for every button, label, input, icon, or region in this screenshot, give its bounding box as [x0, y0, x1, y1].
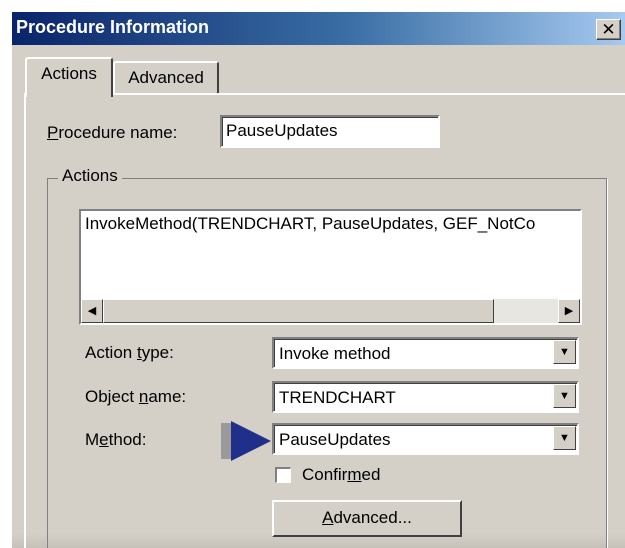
- action-type-dropdown[interactable]: Invoke method ▼: [272, 337, 579, 369]
- close-icon: ✕: [601, 20, 616, 39]
- object-name-dropdown[interactable]: TRENDCHART ▼: [272, 381, 579, 413]
- confirmed-label[interactable]: Confirmed: [302, 465, 380, 485]
- actions-list[interactable]: InvokeMethod(TRENDCHART, PauseUpdates, G…: [79, 209, 582, 325]
- tab-advanced-label: Advanced: [128, 68, 204, 87]
- action-type-label: Action type:: [85, 343, 174, 362]
- object-name-value: TRENDCHART: [279, 388, 396, 407]
- procedure-information-dialog: Procedure Information ✕ Actions Advanced…: [12, 12, 625, 548]
- chevron-down-icon: ▼: [559, 432, 570, 444]
- tab-panel-actions: Procedure name: PauseUpdates Actions Inv…: [24, 93, 625, 548]
- chevron-down-icon: ▼: [559, 390, 570, 402]
- scroll-right-button[interactable]: ▶: [558, 299, 580, 323]
- chevron-down-icon: ▼: [559, 346, 570, 358]
- action-type-value: Invoke method: [279, 344, 391, 363]
- confirmed-checkbox[interactable]: [275, 467, 291, 483]
- tab-actions[interactable]: Actions: [25, 57, 113, 97]
- scroll-right-icon: ▶: [564, 305, 574, 317]
- window-title: Procedure Information: [16, 17, 210, 37]
- procedure-name-label: Procedure name:: [47, 123, 178, 142]
- actions-list-item[interactable]: InvokeMethod(TRENDCHART, PauseUpdates, G…: [85, 214, 535, 234]
- action-type-dropdown-button[interactable]: ▼: [553, 340, 576, 364]
- tab-actions-label: Actions: [41, 64, 97, 83]
- procedure-name-input[interactable]: PauseUpdates: [220, 115, 440, 148]
- advanced-button-label: Advanced...: [322, 508, 412, 527]
- procedure-name-value: PauseUpdates: [226, 121, 338, 140]
- method-value: PauseUpdates: [279, 430, 391, 449]
- scroll-thumb[interactable]: [103, 299, 494, 323]
- object-name-label: Object name:: [85, 387, 187, 406]
- title-bar: Procedure Information ✕: [12, 12, 625, 45]
- scroll-left-button[interactable]: ◀: [81, 299, 103, 323]
- method-label: Method:: [85, 430, 147, 449]
- actions-group-legend: Actions: [58, 166, 122, 186]
- method-dropdown[interactable]: PauseUpdates ▼: [272, 423, 579, 455]
- pointer-arrow-icon: [221, 421, 271, 461]
- object-name-dropdown-button[interactable]: ▼: [553, 384, 576, 408]
- method-dropdown-button[interactable]: ▼: [553, 426, 576, 450]
- actions-list-hscrollbar[interactable]: ◀ ▶: [81, 299, 580, 323]
- advanced-button[interactable]: Advanced...: [272, 500, 462, 537]
- close-button[interactable]: ✕: [596, 19, 621, 40]
- tab-advanced[interactable]: Advanced: [113, 61, 219, 95]
- scroll-left-icon: ◀: [87, 305, 97, 317]
